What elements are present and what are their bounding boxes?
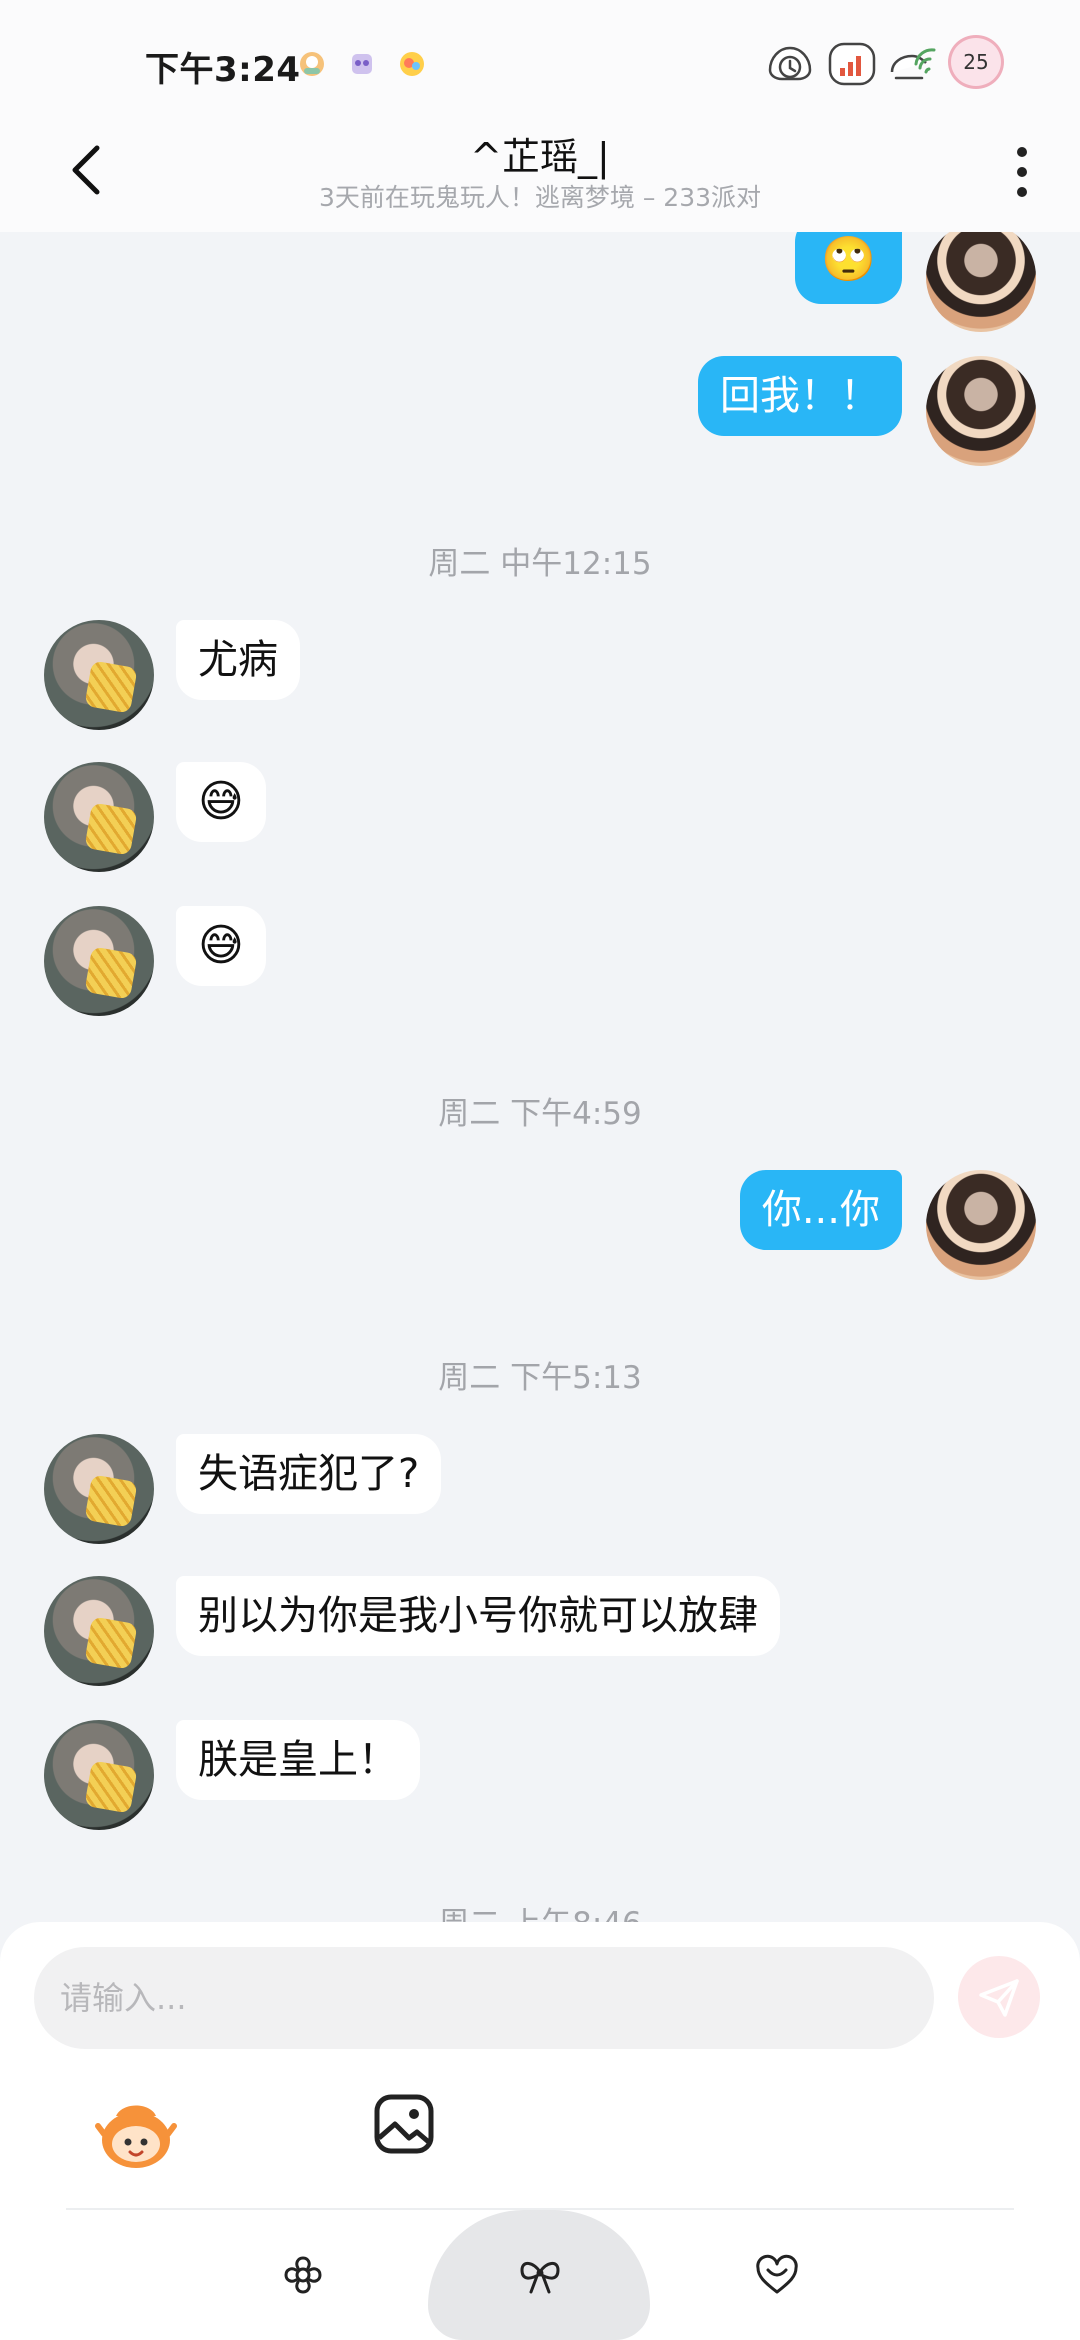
avatar-waffle xyxy=(84,660,138,714)
message-bubble-received[interactable]: 😅 xyxy=(176,762,266,842)
dot xyxy=(1017,187,1027,197)
message-row-received: 尤病 xyxy=(0,620,1080,732)
timestamp: 周二 上午8:46 xyxy=(0,1898,1080,1922)
message-bubble-sent[interactable]: 你...你 xyxy=(739,1170,902,1250)
avatar-waffle xyxy=(84,802,138,856)
app-notification-icon xyxy=(296,48,328,80)
avatar-contact[interactable] xyxy=(44,620,154,730)
image-icon xyxy=(374,2094,434,2154)
message-row-received: 😅 xyxy=(0,906,1080,1018)
message-bubble-received[interactable]: 😅 xyxy=(176,906,266,986)
avatar-waffle xyxy=(84,1760,138,1814)
message-row-received: 😅 xyxy=(0,762,1080,874)
message-row-received: 朕是皇上！ xyxy=(0,1720,1080,1832)
message-bubble-received[interactable]: 失语症犯了? xyxy=(176,1434,442,1514)
app-notification-icon xyxy=(346,48,378,80)
message-bubble-received[interactable]: 别以为你是我小号你就可以放肆 xyxy=(176,1576,780,1656)
message-bubble-received[interactable]: 朕是皇上！ xyxy=(176,1720,420,1800)
heart-icon xyxy=(756,2254,798,2294)
app-notification-icon xyxy=(396,48,428,80)
send-icon xyxy=(979,1979,1019,2017)
battery-indicator: 25 xyxy=(948,35,1004,89)
chat-header: ^芷瑶_| 3天前在玩鬼玩人！逃离梦境 – 233派对 xyxy=(0,120,1080,232)
message-list[interactable]: 🙄 回我！！ 周二 中午12:15 尤病 😅 😅 周二 下午4:59 你...你… xyxy=(0,232,1080,1922)
chat-subtitle: 3天前在玩鬼玩人！逃离梦境 – 233派对 xyxy=(318,183,762,212)
avatar-contact[interactable] xyxy=(44,762,154,872)
status-time: 下午3:24 xyxy=(145,50,301,90)
avatar-waffle xyxy=(84,1616,138,1670)
top-area: 下午3:24 25 ^芷瑶_| 3天前在玩鬼玩人！逃离梦境 – 233派对 xyxy=(0,0,1080,232)
mascot-icon xyxy=(95,2105,177,2168)
timestamp: 周二 中午12:15 xyxy=(428,546,652,582)
avatar-contact[interactable] xyxy=(44,1720,154,1830)
message-bubble-sent[interactable]: 🙄 xyxy=(795,232,902,304)
alarm-icon xyxy=(762,34,818,90)
message-row-received: 别以为你是我小号你就可以放肆 xyxy=(0,1576,1080,1688)
composer-panel xyxy=(0,1922,1080,2340)
bow-icon xyxy=(520,2262,560,2294)
message-row-received: 失语症犯了? xyxy=(0,1434,1080,1546)
tab-heart[interactable] xyxy=(742,2240,812,2310)
message-bubble-sent[interactable]: 回我！！ xyxy=(698,356,902,436)
timestamp: 周二 下午4:59 xyxy=(438,1096,642,1132)
image-picker-button[interactable] xyxy=(372,2092,436,2156)
notification-icons xyxy=(296,48,428,80)
message-bubble-received[interactable]: 尤病 xyxy=(176,620,300,700)
tab-bow[interactable] xyxy=(505,2240,575,2310)
more-options-button[interactable] xyxy=(1002,140,1042,204)
chat-title: ^芷瑶_| xyxy=(470,135,610,179)
status-right: 25 xyxy=(762,34,1004,90)
avatar-waffle xyxy=(84,1474,138,1528)
wifi-icon xyxy=(886,34,942,90)
send-button[interactable] xyxy=(958,1956,1040,2038)
avatar-contact[interactable] xyxy=(44,1434,154,1544)
avatar-contact[interactable] xyxy=(44,1576,154,1686)
tab-flower[interactable] xyxy=(268,2240,338,2310)
message-row-sent: 回我！！ xyxy=(0,356,1080,476)
avatar-self[interactable] xyxy=(926,356,1036,466)
avatar-self[interactable] xyxy=(926,1170,1036,1280)
message-row-sent: 你...你 xyxy=(0,1170,1080,1282)
message-input[interactable] xyxy=(34,1947,934,2049)
flower-icon xyxy=(284,2256,322,2294)
status-bar: 下午3:24 25 xyxy=(0,0,1080,120)
message-row-sent: 🙄 xyxy=(0,232,1080,342)
dot xyxy=(1017,147,1027,157)
mascot-emoji-button[interactable] xyxy=(94,2090,178,2174)
avatar-contact[interactable] xyxy=(44,906,154,1016)
signal-icon xyxy=(824,34,880,90)
timestamp: 周二 下午5:13 xyxy=(438,1360,642,1396)
dot xyxy=(1017,167,1027,177)
avatar-waffle xyxy=(84,946,138,1000)
avatar-self[interactable] xyxy=(926,232,1036,332)
